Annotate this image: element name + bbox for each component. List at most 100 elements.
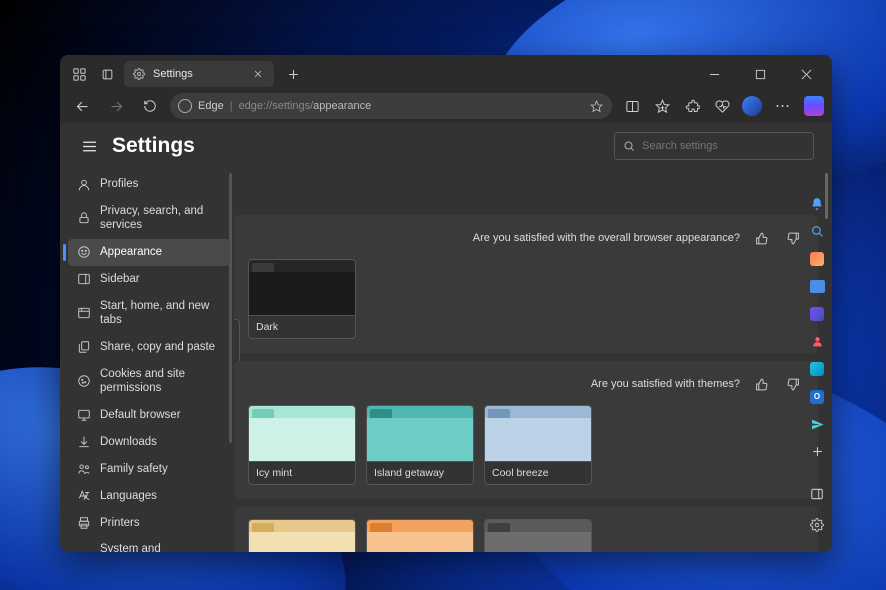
settings-nav: Profiles Privacy, search, and services App…	[60, 169, 234, 552]
copilot-icon[interactable]	[804, 96, 824, 116]
privacy-icon	[76, 211, 91, 226]
games-icon[interactable]	[808, 307, 826, 322]
sidebar-item-system[interactable]: System and performance	[68, 536, 230, 552]
sidebar-item-start[interactable]: Start, home, and new tabs	[68, 293, 230, 334]
theme-label: Cool breeze	[485, 461, 591, 484]
sidebar-item-label: Sidebar	[100, 272, 222, 286]
new-tab-button[interactable]	[280, 61, 306, 87]
tab-title: Settings	[153, 68, 193, 80]
thumbs-down-icon[interactable]	[782, 373, 804, 395]
sidebar-icon	[76, 272, 91, 287]
sidebar-item-privacy[interactable]: Privacy, search, and services	[68, 198, 230, 239]
sidebar-settings-icon[interactable]	[808, 516, 826, 534]
profile-avatar[interactable]	[742, 96, 762, 116]
sidebar-item-share[interactable]: Share, copy and paste	[68, 334, 230, 361]
toolbar-actions	[618, 96, 824, 116]
settings-search-input[interactable]	[642, 140, 805, 152]
sidebar-item-label: Profiles	[100, 177, 222, 191]
sidebar-item-sidebar[interactable]: Sidebar	[68, 266, 230, 293]
settings-content-pane: Are you satisfied with the overall brows…	[234, 169, 832, 552]
sidebar-item-label: Default browser	[100, 408, 222, 422]
thumbs-up-icon[interactable]	[750, 227, 772, 249]
theme-label: Island getaway	[367, 461, 473, 484]
split-screen-icon[interactable]	[622, 96, 642, 116]
window-close-button[interactable]	[786, 59, 826, 89]
back-button[interactable]	[68, 92, 96, 120]
cookies-icon	[76, 373, 91, 388]
favorites-icon[interactable]	[652, 96, 672, 116]
sidebar-item-appearance[interactable]: Appearance	[68, 239, 230, 266]
window-titlebar: Settings	[60, 55, 832, 89]
sidebar-item-label: Family safety	[100, 462, 222, 476]
hamburger-icon[interactable]	[78, 135, 100, 157]
sidebar-item-label: Appearance	[100, 245, 222, 259]
search-icon	[623, 140, 635, 152]
person-icon[interactable]	[808, 335, 826, 350]
sidebar-item-label: Start, home, and new tabs	[100, 299, 222, 328]
default-icon	[76, 407, 91, 422]
address-bar[interactable]: Edge | edge://settings/appearance	[170, 93, 612, 119]
gear-icon	[132, 67, 146, 81]
theme-label: Icy mint	[249, 461, 355, 484]
url-text: edge://settings/appearance	[239, 100, 372, 112]
start-icon	[76, 306, 91, 321]
window-maximize-button[interactable]	[740, 59, 780, 89]
browser-tab[interactable]: Settings	[124, 61, 274, 87]
sidebar-item-label: Privacy, search, and services	[100, 204, 222, 233]
theme-option[interactable]	[484, 519, 592, 552]
briefcase-icon[interactable]	[808, 280, 826, 295]
tab-actions-icon[interactable]	[96, 63, 118, 85]
plus-icon[interactable]	[808, 445, 826, 460]
sidebar-item-languages[interactable]: Languages	[68, 482, 230, 509]
forward-button[interactable]	[102, 92, 130, 120]
feedback-prompt: Are you satisfied with themes?	[591, 378, 740, 390]
sidebar-item-label: Downloads	[100, 435, 222, 449]
theme-option[interactable]: Island getaway	[366, 405, 474, 485]
thumbs-down-icon[interactable]	[782, 227, 804, 249]
theme-label: Dark	[249, 315, 355, 338]
sidebar-item-profiles[interactable]: Profiles	[68, 171, 230, 198]
settings-search[interactable]	[614, 132, 814, 160]
brand-label: Edge	[198, 100, 224, 112]
tools-icon[interactable]	[808, 362, 826, 377]
sidebar-item-label: Share, copy and paste	[100, 340, 222, 354]
star-icon[interactable]	[588, 98, 604, 114]
sidebar-item-family[interactable]: Family safety	[68, 455, 230, 482]
system-icon	[76, 549, 91, 552]
workspaces-icon[interactable]	[68, 63, 90, 85]
sidebar-item-cookies[interactable]: Cookies and site permissions	[68, 361, 230, 402]
downloads-icon	[76, 434, 91, 449]
edge-logo-icon	[178, 99, 192, 113]
hide-sidebar-icon[interactable]	[808, 485, 826, 503]
sidebar-item-downloads[interactable]: Downloads	[68, 428, 230, 455]
browser-window: Settings Edge	[60, 55, 832, 552]
languages-icon	[76, 488, 91, 503]
theme-option[interactable]: Cool breeze	[484, 405, 592, 485]
theme-option[interactable]	[248, 519, 356, 552]
family-icon	[76, 461, 91, 476]
themes-card: Are you satisfied with themes? Icy mint I…	[234, 361, 818, 499]
search-sidebar-icon[interactable]	[808, 225, 826, 240]
tab-close-icon[interactable]	[250, 66, 266, 82]
refresh-button[interactable]	[136, 92, 164, 120]
shopping-icon[interactable]	[808, 252, 826, 267]
menu-icon[interactable]	[772, 96, 792, 116]
thumbs-up-icon[interactable]	[750, 373, 772, 395]
bell-icon[interactable]	[808, 197, 826, 212]
window-minimize-button[interactable]	[694, 59, 734, 89]
page-title: Settings	[112, 134, 195, 158]
sidebar-item-printers[interactable]: Printers	[68, 509, 230, 536]
sidebar-item-default[interactable]: Default browser	[68, 401, 230, 428]
browser-toolbar: Edge | edge://settings/appearance	[60, 89, 832, 123]
appearance-icon	[76, 245, 91, 260]
theme-option[interactable]	[366, 519, 474, 552]
send-icon[interactable]	[808, 417, 826, 432]
health-icon[interactable]	[712, 96, 732, 116]
themes-card-continued	[234, 507, 818, 552]
printers-icon	[76, 515, 91, 530]
scrollbar-thumb[interactable]	[229, 173, 232, 443]
extensions-icon[interactable]	[682, 96, 702, 116]
theme-option[interactable]: Icy mint	[248, 405, 356, 485]
outlook-icon[interactable]: O	[808, 390, 826, 405]
theme-option-dark[interactable]: Dark	[248, 259, 356, 339]
